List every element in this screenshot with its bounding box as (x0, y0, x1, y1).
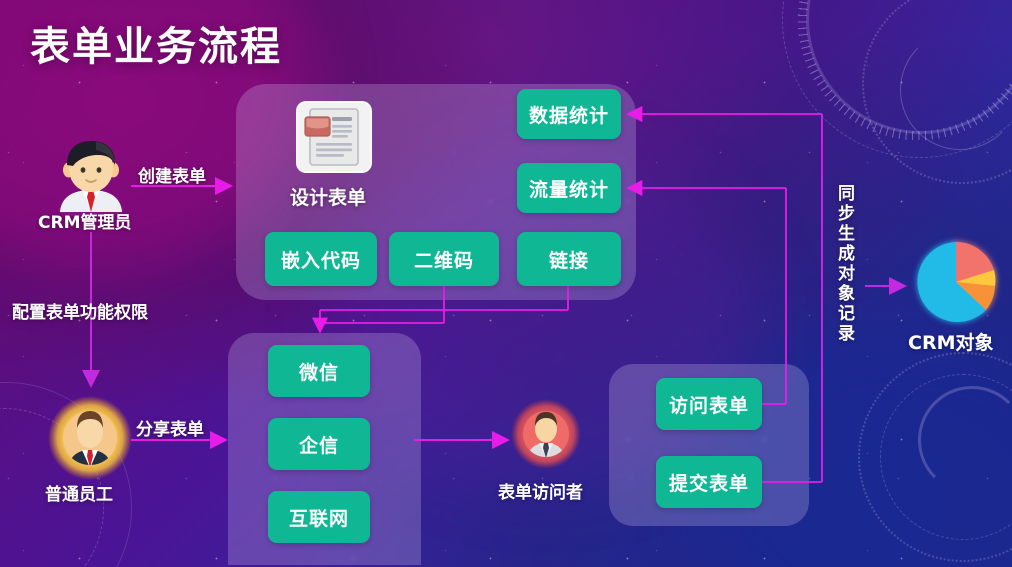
visitor-label: 表单访问者 (498, 483, 583, 503)
page-title: 表单业务流程 (30, 24, 282, 70)
chip-embed-code[interactable]: 嵌入代码 (265, 232, 377, 286)
flow-label-configure-permissions: 配置表单功能权限 (12, 303, 148, 323)
flow-label-share-form: 分享表单 (136, 420, 204, 440)
decor-ring-dashed-tr (782, 0, 1012, 158)
design-form-caption: 设计表单 (290, 187, 367, 209)
slide-canvas: 表单业务流程 设计表单 数据统计 流量统计 嵌入代码 二维码 链接 微信 企信 … (0, 0, 1012, 567)
chip-qixin[interactable]: 企信 (268, 418, 370, 470)
decor-ring-ticks-tr (748, 0, 1012, 190)
flow-label-sync-generate: 同步生成对象记录 (834, 184, 854, 344)
chip-traffic-statistics[interactable]: 流量统计 (517, 163, 621, 213)
flow-label-create-form: 创建表单 (138, 167, 206, 187)
chip-wechat[interactable]: 微信 (268, 345, 370, 397)
decor-ring-dashed-br (880, 374, 1012, 540)
chip-link[interactable]: 链接 (517, 232, 621, 286)
decor-ring-thick-tr (806, 0, 1012, 134)
chip-submit-form[interactable]: 提交表单 (656, 456, 762, 508)
admin-label: CRM管理员 (38, 213, 132, 233)
visitor-avatar-icon (510, 398, 582, 470)
crm-object-label: CRM对象 (908, 332, 994, 354)
chip-internet[interactable]: 互联网 (268, 491, 370, 543)
admin-avatar-icon (52, 140, 130, 216)
employee-label: 普通员工 (45, 485, 113, 505)
decor-ring-inner-tr (900, 30, 1012, 150)
decor-ring-dotted-br (858, 352, 1012, 562)
chip-data-statistics[interactable]: 数据统计 (517, 89, 621, 139)
employee-avatar-icon (46, 394, 134, 482)
chip-visit-form[interactable]: 访问表单 (656, 378, 762, 430)
form-document-icon (296, 101, 372, 173)
decor-ring-dotted-tr (862, 0, 1012, 184)
pie-chart-icon (908, 234, 1004, 330)
chip-qr-code[interactable]: 二维码 (389, 232, 499, 286)
decor-ring-thick-br (918, 386, 1012, 494)
